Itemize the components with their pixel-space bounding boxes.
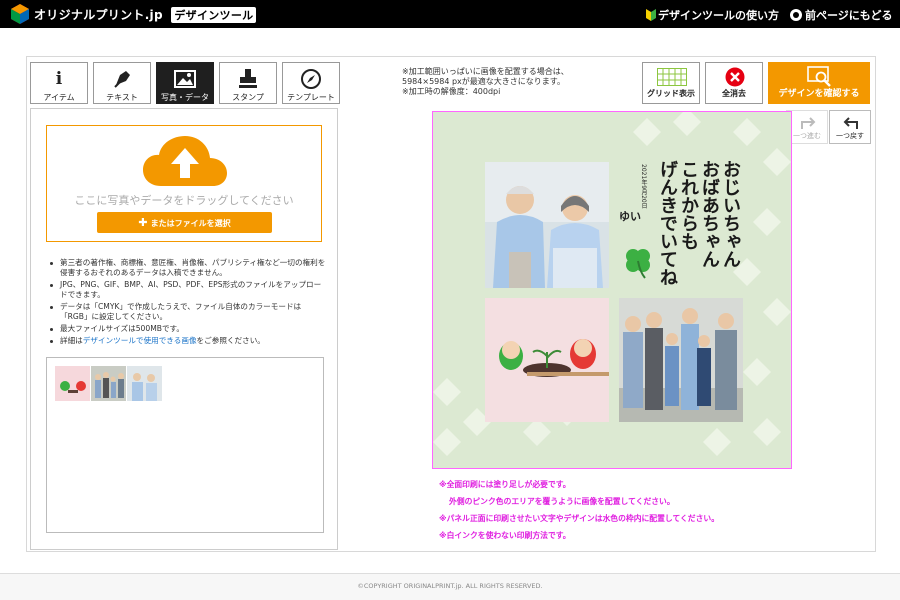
notice-line: ※加工範囲いっぱいに画像を配置する場合は、 — [402, 67, 569, 76]
note-item: データは「CMYK」で作成したうえで、ファイル自体のカラーモードは「RGB」に設… — [48, 302, 326, 322]
undo-label: 一つ戻す — [836, 132, 864, 140]
family-photo-icon — [619, 298, 743, 422]
back-label: 前ページにもどる — [805, 9, 893, 22]
confirm-label: デザインを確認する — [778, 89, 860, 99]
kokeshi-photo-icon — [55, 366, 90, 401]
brand-name: オリジナルプリント.jp — [34, 8, 163, 22]
tab-label: 写真・データ — [161, 93, 209, 102]
message-date: 2021年9月20日 — [640, 164, 647, 209]
note-item: 最大ファイルサイズは500MBです。 — [48, 324, 326, 334]
info-icon: i — [55, 69, 63, 89]
howto-link[interactable]: デザインツールの使い方 — [646, 7, 779, 23]
warning-line: ※白インクを使わない印刷方法です。 — [439, 531, 571, 540]
message-line: これからも — [678, 160, 699, 250]
stamp-icon — [239, 69, 257, 88]
compass-icon — [301, 69, 321, 89]
kokeshi-photo-icon — [485, 298, 609, 422]
redo-label: 一つ進む — [793, 132, 821, 140]
warning-line: ※全面印刷には塗り足しが必要です。 — [439, 480, 571, 489]
uploaded-thumbnails — [46, 357, 324, 533]
tab-template[interactable]: テンプレート — [282, 62, 340, 104]
note-text: をご参照ください。 — [196, 336, 265, 345]
warning-line: 外側のピンク色のエリアを覆うように画像を配置してください。 — [449, 497, 675, 506]
top-bar: オリジナルプリント.jp デザインツール デザインツールの使い方 前ページにもど… — [0, 0, 900, 28]
design-canvas[interactable]: おじいちゃん おばあちゃん これからも げんきでいてね 2021年9月20日 ゆ… — [432, 111, 792, 469]
redo-arrow-icon — [801, 117, 816, 129]
undo-button[interactable]: 一つ戻す — [829, 110, 871, 144]
select-file-label: またはファイルを選択 — [150, 219, 231, 228]
image-icon — [174, 70, 196, 88]
canvas-photo-kokeshi[interactable] — [485, 298, 609, 422]
tab-stamp[interactable]: スタンプ — [219, 62, 277, 104]
cloud-upload-icon — [143, 136, 227, 186]
message-line: げんきでいてね — [657, 160, 678, 286]
grid-label: グリッド表示 — [647, 89, 695, 98]
note-item: 詳細はデザインツールで使用できる画像をご参照ください。 — [48, 336, 326, 346]
plus-icon: ✚ — [138, 216, 148, 229]
warning-line: ※パネル正面に印刷させたい文字やデザインは水色の枠内に配置してください。 — [439, 514, 719, 523]
tab-label: テンプレート — [287, 93, 335, 102]
canvas-photo-grandparents[interactable] — [485, 162, 609, 288]
howto-label: デザインツールの使い方 — [658, 9, 779, 22]
canvas-photo-family[interactable] — [619, 298, 743, 422]
tab-item[interactable]: i アイテム — [30, 62, 88, 104]
note-item: 第三者の著作権、商標権、意匠権、肖像権、パブリシティ権など一切の権利を侵害するお… — [48, 258, 326, 278]
beginner-mark-icon — [646, 9, 656, 21]
notice-line: ※加工時の解像度：400dpi — [402, 87, 501, 96]
tab-label: アイテム — [43, 93, 75, 102]
brand-logo-icon — [11, 4, 29, 24]
tool-title: デザインツール — [171, 7, 257, 23]
thumbnail-grandparents[interactable] — [127, 366, 162, 401]
tab-photo-data[interactable]: 写真・データ — [156, 62, 214, 104]
clover-icon — [626, 249, 650, 279]
undo-arrow-icon — [843, 117, 858, 129]
confirm-design-button[interactable]: デザインを確認する — [768, 62, 870, 104]
pen-icon — [114, 71, 130, 88]
tab-label: スタンプ — [232, 93, 264, 102]
brand-title[interactable]: オリジナルプリント.jp デザインツール — [34, 6, 257, 23]
tab-label: テキスト — [106, 93, 138, 102]
thumbnail-family[interactable] — [91, 366, 126, 401]
clear-all-button[interactable]: 全消去 — [705, 62, 763, 104]
usable-images-link[interactable]: デザインツールで使用できる画像 — [83, 336, 197, 345]
upload-notes: 第三者の著作権、商標権、意匠権、肖像権、パブリシティ権など一切の権利を侵害するお… — [48, 258, 326, 348]
note-text: 詳細は — [60, 336, 83, 345]
upload-dropzone[interactable]: ここに写真やデータをドラッグしてください ✚ またはファイルを選択 — [46, 125, 322, 242]
clear-icon — [725, 67, 745, 87]
drop-instructions: ここに写真やデータをドラッグしてください — [74, 194, 294, 207]
clear-label: 全消去 — [722, 89, 746, 98]
message-signature: ゆい — [619, 210, 641, 223]
family-photo-icon — [91, 366, 126, 401]
note-item: JPG、PNG、GIF、BMP、AI、PSD、PDF、EPS形式のファイルをアッ… — [48, 280, 326, 300]
grid-toggle-button[interactable]: グリッド表示 — [642, 62, 700, 104]
preview-search-icon — [807, 66, 831, 87]
redo-button[interactable]: 一つ進む — [786, 110, 828, 144]
grid-icon — [657, 68, 687, 86]
notice-line: 5984×5984 pxが最適な大きさになります。 — [402, 77, 565, 86]
grandparents-photo-icon — [485, 162, 609, 288]
back-link[interactable]: 前ページにもどる — [790, 7, 893, 23]
thumbnail-kokeshi[interactable] — [55, 366, 90, 401]
back-icon — [790, 9, 802, 21]
print-warnings: ※全面印刷には塗り足しが必要です。 外側のピンク色のエリアを覆うように画像を配置… — [439, 476, 719, 544]
tab-text[interactable]: テキスト — [93, 62, 151, 104]
message-line: おじいちゃん — [720, 160, 741, 268]
grandparents-photo-icon — [127, 366, 162, 401]
calligraphy-message[interactable]: おじいちゃん おばあちゃん これからも げんきでいてね — [649, 160, 741, 292]
message-line: おばあちゃん — [699, 160, 720, 268]
select-file-button[interactable]: ✚ またはファイルを選択 — [97, 212, 272, 233]
resolution-notice: ※加工範囲いっぱいに画像を配置する場合は、 5984×5984 pxが最適な大き… — [402, 67, 569, 97]
footer-copyright: ©COPYRIGHT ORIGINALPRINT.jp. ALL RIGHTS … — [0, 573, 900, 600]
